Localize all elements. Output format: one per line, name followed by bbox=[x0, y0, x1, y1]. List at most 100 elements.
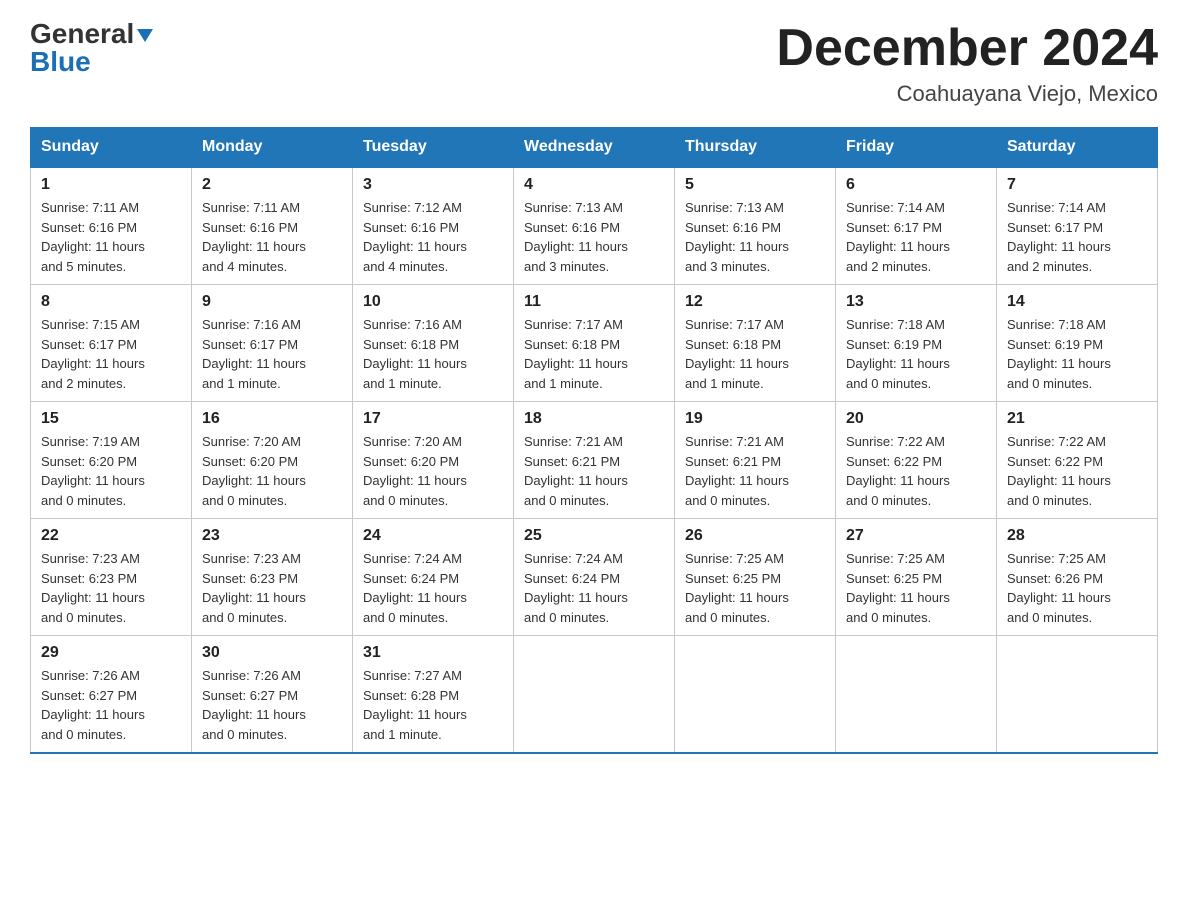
calendar-cell: 17 Sunrise: 7:20 AMSunset: 6:20 PMDaylig… bbox=[353, 402, 514, 519]
day-info: Sunrise: 7:15 AMSunset: 6:17 PMDaylight:… bbox=[41, 317, 145, 391]
calendar-cell: 28 Sunrise: 7:25 AMSunset: 6:26 PMDaylig… bbox=[997, 519, 1158, 636]
calendar-cell: 30 Sunrise: 7:26 AMSunset: 6:27 PMDaylig… bbox=[192, 636, 353, 754]
day-info: Sunrise: 7:18 AMSunset: 6:19 PMDaylight:… bbox=[846, 317, 950, 391]
day-number: 17 bbox=[363, 410, 503, 428]
day-number: 24 bbox=[363, 527, 503, 545]
day-number: 21 bbox=[1007, 410, 1147, 428]
day-number: 11 bbox=[524, 293, 664, 311]
day-number: 25 bbox=[524, 527, 664, 545]
calendar-cell: 10 Sunrise: 7:16 AMSunset: 6:18 PMDaylig… bbox=[353, 285, 514, 402]
calendar-cell: 5 Sunrise: 7:13 AMSunset: 6:16 PMDayligh… bbox=[675, 167, 836, 285]
logo: General Blue bbox=[30, 20, 153, 76]
day-info: Sunrise: 7:25 AMSunset: 6:25 PMDaylight:… bbox=[685, 551, 789, 625]
calendar-cell: 1 Sunrise: 7:11 AMSunset: 6:16 PMDayligh… bbox=[31, 167, 192, 285]
day-number: 12 bbox=[685, 293, 825, 311]
day-number: 18 bbox=[524, 410, 664, 428]
calendar-cell: 8 Sunrise: 7:15 AMSunset: 6:17 PMDayligh… bbox=[31, 285, 192, 402]
calendar-cell: 2 Sunrise: 7:11 AMSunset: 6:16 PMDayligh… bbox=[192, 167, 353, 285]
calendar-cell: 27 Sunrise: 7:25 AMSunset: 6:25 PMDaylig… bbox=[836, 519, 997, 636]
calendar-cell: 24 Sunrise: 7:24 AMSunset: 6:24 PMDaylig… bbox=[353, 519, 514, 636]
header-thursday: Thursday bbox=[675, 128, 836, 168]
calendar-cell: 6 Sunrise: 7:14 AMSunset: 6:17 PMDayligh… bbox=[836, 167, 997, 285]
day-info: Sunrise: 7:26 AMSunset: 6:27 PMDaylight:… bbox=[41, 668, 145, 742]
calendar-cell: 18 Sunrise: 7:21 AMSunset: 6:21 PMDaylig… bbox=[514, 402, 675, 519]
location-title: Coahuayana Viejo, Mexico bbox=[776, 81, 1158, 107]
day-number: 1 bbox=[41, 176, 181, 194]
calendar-cell: 9 Sunrise: 7:16 AMSunset: 6:17 PMDayligh… bbox=[192, 285, 353, 402]
day-info: Sunrise: 7:23 AMSunset: 6:23 PMDaylight:… bbox=[202, 551, 306, 625]
calendar-cell: 4 Sunrise: 7:13 AMSunset: 6:16 PMDayligh… bbox=[514, 167, 675, 285]
day-number: 16 bbox=[202, 410, 342, 428]
day-number: 5 bbox=[685, 176, 825, 194]
day-number: 26 bbox=[685, 527, 825, 545]
day-info: Sunrise: 7:23 AMSunset: 6:23 PMDaylight:… bbox=[41, 551, 145, 625]
header-saturday: Saturday bbox=[997, 128, 1158, 168]
day-info: Sunrise: 7:13 AMSunset: 6:16 PMDaylight:… bbox=[685, 200, 789, 274]
logo-blue: Blue bbox=[30, 46, 91, 77]
week-row-1: 1 Sunrise: 7:11 AMSunset: 6:16 PMDayligh… bbox=[31, 167, 1158, 285]
day-info: Sunrise: 7:18 AMSunset: 6:19 PMDaylight:… bbox=[1007, 317, 1111, 391]
calendar-cell: 11 Sunrise: 7:17 AMSunset: 6:18 PMDaylig… bbox=[514, 285, 675, 402]
day-info: Sunrise: 7:24 AMSunset: 6:24 PMDaylight:… bbox=[363, 551, 467, 625]
day-number: 20 bbox=[846, 410, 986, 428]
day-info: Sunrise: 7:17 AMSunset: 6:18 PMDaylight:… bbox=[685, 317, 789, 391]
day-info: Sunrise: 7:13 AMSunset: 6:16 PMDaylight:… bbox=[524, 200, 628, 274]
calendar-cell bbox=[997, 636, 1158, 754]
day-info: Sunrise: 7:11 AMSunset: 6:16 PMDaylight:… bbox=[41, 200, 145, 274]
calendar-cell bbox=[514, 636, 675, 754]
day-number: 23 bbox=[202, 527, 342, 545]
week-row-4: 22 Sunrise: 7:23 AMSunset: 6:23 PMDaylig… bbox=[31, 519, 1158, 636]
day-number: 10 bbox=[363, 293, 503, 311]
day-number: 4 bbox=[524, 176, 664, 194]
week-row-5: 29 Sunrise: 7:26 AMSunset: 6:27 PMDaylig… bbox=[31, 636, 1158, 754]
day-info: Sunrise: 7:22 AMSunset: 6:22 PMDaylight:… bbox=[846, 434, 950, 508]
day-info: Sunrise: 7:14 AMSunset: 6:17 PMDaylight:… bbox=[1007, 200, 1111, 274]
day-number: 6 bbox=[846, 176, 986, 194]
calendar-table: SundayMondayTuesdayWednesdayThursdayFrid… bbox=[30, 127, 1158, 754]
month-title: December 2024 bbox=[776, 20, 1158, 77]
header-monday: Monday bbox=[192, 128, 353, 168]
day-info: Sunrise: 7:17 AMSunset: 6:18 PMDaylight:… bbox=[524, 317, 628, 391]
day-number: 19 bbox=[685, 410, 825, 428]
day-number: 3 bbox=[363, 176, 503, 194]
day-info: Sunrise: 7:14 AMSunset: 6:17 PMDaylight:… bbox=[846, 200, 950, 274]
day-info: Sunrise: 7:25 AMSunset: 6:25 PMDaylight:… bbox=[846, 551, 950, 625]
day-number: 29 bbox=[41, 644, 181, 662]
header-tuesday: Tuesday bbox=[353, 128, 514, 168]
calendar-cell: 29 Sunrise: 7:26 AMSunset: 6:27 PMDaylig… bbox=[31, 636, 192, 754]
calendar-cell: 15 Sunrise: 7:19 AMSunset: 6:20 PMDaylig… bbox=[31, 402, 192, 519]
day-number: 9 bbox=[202, 293, 342, 311]
calendar-cell: 3 Sunrise: 7:12 AMSunset: 6:16 PMDayligh… bbox=[353, 167, 514, 285]
day-number: 14 bbox=[1007, 293, 1147, 311]
day-info: Sunrise: 7:21 AMSunset: 6:21 PMDaylight:… bbox=[685, 434, 789, 508]
header-wednesday: Wednesday bbox=[514, 128, 675, 168]
day-info: Sunrise: 7:25 AMSunset: 6:26 PMDaylight:… bbox=[1007, 551, 1111, 625]
day-info: Sunrise: 7:27 AMSunset: 6:28 PMDaylight:… bbox=[363, 668, 467, 742]
calendar-cell bbox=[836, 636, 997, 754]
calendar-cell: 13 Sunrise: 7:18 AMSunset: 6:19 PMDaylig… bbox=[836, 285, 997, 402]
day-number: 27 bbox=[846, 527, 986, 545]
day-number: 15 bbox=[41, 410, 181, 428]
day-info: Sunrise: 7:21 AMSunset: 6:21 PMDaylight:… bbox=[524, 434, 628, 508]
day-info: Sunrise: 7:16 AMSunset: 6:18 PMDaylight:… bbox=[363, 317, 467, 391]
header-sunday: Sunday bbox=[31, 128, 192, 168]
day-info: Sunrise: 7:24 AMSunset: 6:24 PMDaylight:… bbox=[524, 551, 628, 625]
logo-general: General bbox=[30, 20, 134, 48]
day-info: Sunrise: 7:11 AMSunset: 6:16 PMDaylight:… bbox=[202, 200, 306, 274]
day-number: 31 bbox=[363, 644, 503, 662]
day-info: Sunrise: 7:16 AMSunset: 6:17 PMDaylight:… bbox=[202, 317, 306, 391]
day-number: 2 bbox=[202, 176, 342, 194]
day-info: Sunrise: 7:19 AMSunset: 6:20 PMDaylight:… bbox=[41, 434, 145, 508]
day-info: Sunrise: 7:20 AMSunset: 6:20 PMDaylight:… bbox=[202, 434, 306, 508]
week-row-3: 15 Sunrise: 7:19 AMSunset: 6:20 PMDaylig… bbox=[31, 402, 1158, 519]
day-number: 7 bbox=[1007, 176, 1147, 194]
day-number: 22 bbox=[41, 527, 181, 545]
calendar-cell: 21 Sunrise: 7:22 AMSunset: 6:22 PMDaylig… bbox=[997, 402, 1158, 519]
calendar-cell: 25 Sunrise: 7:24 AMSunset: 6:24 PMDaylig… bbox=[514, 519, 675, 636]
calendar-cell: 19 Sunrise: 7:21 AMSunset: 6:21 PMDaylig… bbox=[675, 402, 836, 519]
title-block: December 2024 Coahuayana Viejo, Mexico bbox=[776, 20, 1158, 107]
calendar-cell: 31 Sunrise: 7:27 AMSunset: 6:28 PMDaylig… bbox=[353, 636, 514, 754]
day-number: 13 bbox=[846, 293, 986, 311]
day-info: Sunrise: 7:22 AMSunset: 6:22 PMDaylight:… bbox=[1007, 434, 1111, 508]
day-number: 30 bbox=[202, 644, 342, 662]
